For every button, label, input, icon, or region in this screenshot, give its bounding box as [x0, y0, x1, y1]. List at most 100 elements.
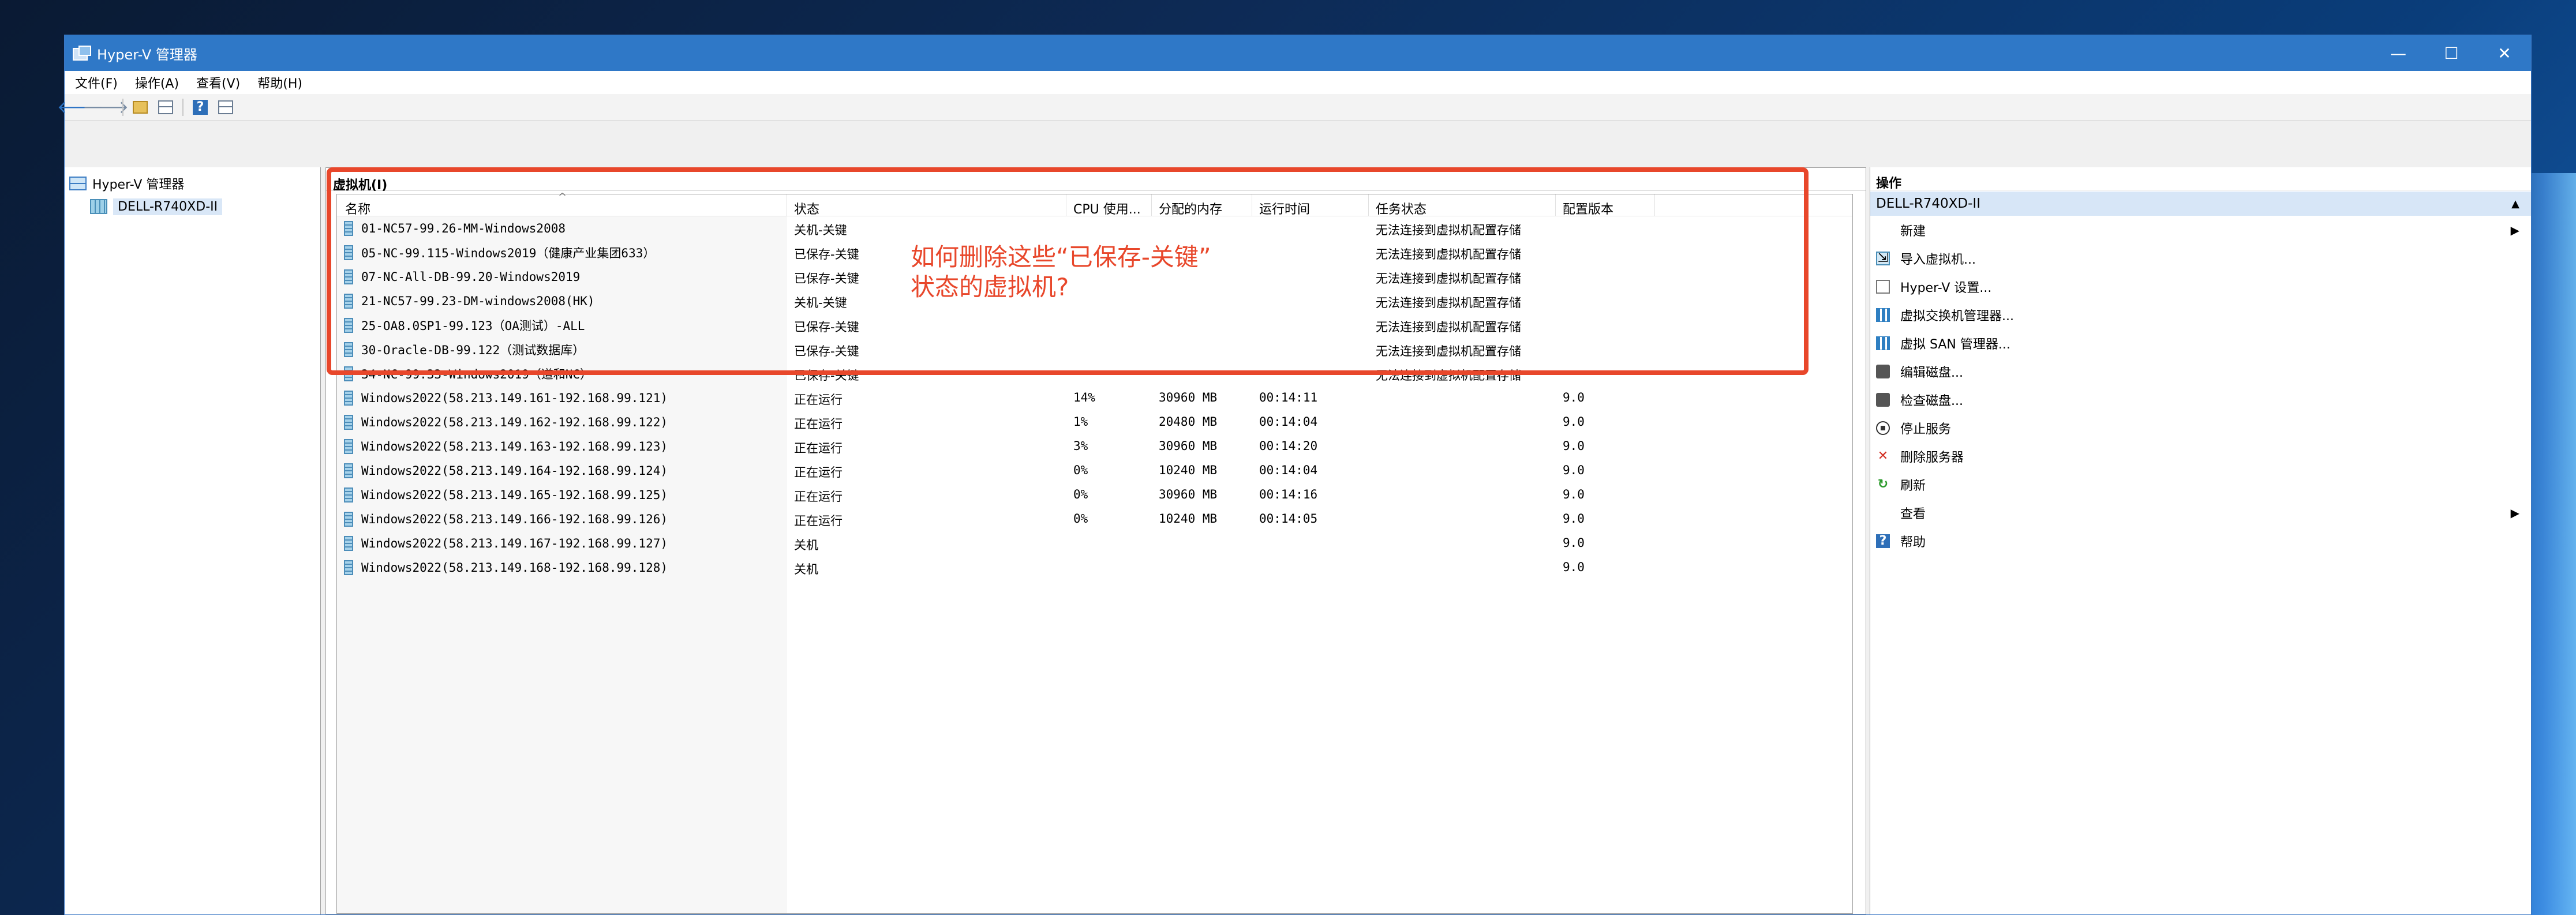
action-item-label: 检查磁盘... [1900, 393, 1963, 408]
vm-row[interactable]: Windows2022(58.213.149.167-192.168.99.12… [337, 531, 1852, 556]
vm-version-cell: 9.0 [1563, 439, 1585, 453]
tree-server-label: DELL-R740XD-II [113, 198, 223, 215]
submenu-arrow-icon: ▶ [2510, 505, 2519, 520]
action-item[interactable]: 停止服务 [1870, 414, 2531, 442]
vm-task-cell [1369, 531, 1556, 556]
vm-version-cell [1556, 265, 1655, 289]
vm-uptime-cell: 00:14:05 [1259, 512, 1318, 526]
vm-task-cell [1369, 507, 1556, 531]
action-item[interactable]: 编辑磁盘... [1870, 357, 2531, 385]
action-item[interactable]: 新建 ▶ [1870, 216, 2531, 244]
show-hide-tree-icon[interactable] [156, 97, 175, 117]
vm-version-cell: 9.0 [1563, 512, 1585, 526]
vm-row[interactable]: Windows2022(58.213.149.165-192.168.99.12… [337, 483, 1852, 507]
action-item[interactable]: 虚拟交换机管理器... [1870, 301, 2531, 329]
vm-version-cell: 9.0 [1563, 560, 1585, 574]
vm-row[interactable]: Windows2022(58.213.149.162-192.168.99.12… [337, 410, 1852, 434]
vm-task-cell: 无法连接到虚拟机配置存储 [1376, 247, 1521, 261]
action-item-label: 编辑磁盘... [1900, 365, 1963, 380]
action-item[interactable]: Hyper-V 设置... [1870, 272, 2531, 301]
action-item[interactable]: ↻ 刷新 [1870, 470, 2531, 498]
blank-icon-slot [1876, 223, 1890, 237]
action-item-label: 新建 [1900, 224, 1926, 239]
vm-uptime-cell [1252, 337, 1369, 362]
vm-cpu-cell [1066, 556, 1152, 580]
navigation-tree: Hyper-V 管理器 DELL-R740XD-II [65, 167, 321, 914]
hyperv-manager-window: Hyper-V 管理器 — ☐ ✕ 文件(F) 操作(A) 查看(V) 帮助(H… [57, 35, 2532, 915]
tree-item-hyperv-manager[interactable]: Hyper-V 管理器 [65, 172, 320, 195]
vm-cpu-cell: 14% [1073, 391, 1095, 404]
vm-row[interactable]: Windows2022(58.213.149.161-192.168.99.12… [337, 386, 1852, 410]
column-header-task-status[interactable]: 任务状态 [1369, 194, 1556, 217]
vm-row[interactable]: 01-NC57-99.26-MM-Windows2008 关机-关键 无法连接到虚拟… [337, 216, 1852, 241]
action-item[interactable]: ✕ 删除服务器 [1870, 442, 2531, 470]
show-hide-action-pane-icon[interactable] [216, 97, 235, 117]
vm-mem-cell: 10240 MB [1159, 512, 1218, 526]
vm-name-cell: Windows2022(58.213.149.168-192.168.99.12… [337, 556, 787, 580]
vm-row[interactable]: 34-NC-99.33-Windows2019（道和NC） 已保存-关键 无法连接到… [337, 362, 1852, 386]
column-header-memory[interactable]: 分配的内存 [1152, 194, 1252, 217]
column-header-config-version[interactable]: 配置版本 [1556, 194, 1655, 217]
vm-task-cell [1369, 483, 1556, 507]
help-icon[interactable]: ? [190, 97, 210, 117]
up-folder-icon[interactable] [130, 97, 150, 117]
vm-row[interactable]: 30-Oracle-DB-99.122（测试数据库） 已保存-关键 无法连接到虚拟机… [337, 337, 1852, 362]
vm-name: 25-OA8.0SP1-99.123（OA测试）-ALL [361, 319, 585, 333]
annotation-question: 如何删除这些“已保存-关键” 状态的虚拟机? [911, 243, 1211, 301]
menu-bar: 文件(F) 操作(A) 查看(V) 帮助(H) [65, 71, 2531, 94]
vm-name: Windows2022(58.213.149.162-192.168.99.12… [361, 415, 668, 429]
action-item[interactable]: ⇲ 导入虚拟机... [1870, 244, 2531, 272]
action-item-label: Hyper-V 设置... [1900, 280, 1992, 295]
vm-name-cell: 07-NC-All-DB-99.20-Windows2019 [337, 265, 787, 289]
minimize-button[interactable]: — [2372, 35, 2425, 71]
vm-cpu-cell [1066, 337, 1152, 362]
vm-state-cell: 关机-关键 [794, 223, 847, 237]
vm-row[interactable]: Windows2022(58.213.149.163-192.168.99.12… [337, 434, 1852, 459]
vm-row[interactable]: 25-OA8.0SP1-99.123（OA测试）-ALL 已保存-关键 无法连接到虚… [337, 313, 1852, 337]
virtual-machine-icon [344, 560, 353, 575]
column-header-cpu[interactable]: CPU 使用... [1066, 194, 1152, 217]
vm-row[interactable]: Windows2022(58.213.149.168-192.168.99.12… [337, 556, 1852, 580]
submenu-arrow-icon: ▶ [2510, 223, 2519, 237]
column-header-state[interactable]: 状态 [787, 194, 1066, 217]
vm-uptime-cell: 00:14:04 [1259, 463, 1318, 477]
close-button[interactable]: ✕ [2478, 35, 2531, 71]
vm-name: Windows2022(58.213.149.165-192.168.99.12… [361, 488, 668, 502]
vm-task-cell: 无法连接到虚拟机配置存储 [1376, 320, 1521, 334]
settings-doc-icon [1876, 279, 1890, 294]
maximize-button[interactable]: ☐ [2425, 35, 2478, 71]
vm-name-cell: Windows2022(58.213.149.164-192.168.99.12… [337, 459, 787, 483]
vm-row[interactable]: Windows2022(58.213.149.164-192.168.99.12… [337, 459, 1852, 483]
action-item-label: 虚拟交换机管理器... [1900, 309, 2014, 324]
action-item[interactable]: 虚拟 SAN 管理器... [1870, 329, 2531, 357]
virtual-machine-icon [344, 221, 353, 236]
menu-file[interactable]: 文件(F) [75, 73, 118, 92]
collapse-caret-icon[interactable]: ▲ [2511, 198, 2519, 210]
menu-help[interactable]: 帮助(H) [257, 73, 302, 92]
vm-task-cell: 无法连接到虚拟机配置存储 [1376, 272, 1521, 286]
vm-task-cell: 无法连接到虚拟机配置存储 [1376, 296, 1521, 310]
vm-name-cell: 30-Oracle-DB-99.122（测试数据库） [337, 337, 787, 362]
vm-task-cell: 无法连接到虚拟机配置存储 [1376, 369, 1521, 382]
vm-row[interactable]: Windows2022(58.213.149.166-192.168.99.12… [337, 507, 1852, 531]
vm-name-cell: Windows2022(58.213.149.165-192.168.99.12… [337, 483, 787, 507]
title-bar[interactable]: Hyper-V 管理器 — ☐ ✕ [65, 35, 2531, 71]
stop-service-icon [1876, 421, 1890, 435]
action-item-label: 导入虚拟机... [1900, 252, 1976, 267]
action-item[interactable]: 查看 ▶ [1870, 498, 2531, 527]
vm-mem-cell: 10240 MB [1159, 463, 1218, 477]
virtual-machine-icon [344, 366, 353, 381]
virtual-machine-icon [344, 463, 353, 478]
forward-arrow-icon[interactable]: 🡒 [83, 97, 129, 118]
actions-group-server[interactable]: DELL-R740XD-II ▲ [1870, 192, 2531, 216]
menu-view[interactable]: 查看(V) [196, 73, 240, 92]
action-item[interactable]: 检查磁盘... [1870, 385, 2531, 414]
vm-state-cell: 关机 [794, 562, 818, 576]
column-header-uptime[interactable]: 运行时间 [1252, 194, 1369, 217]
menu-action[interactable]: 操作(A) [135, 73, 179, 92]
tree-item-server[interactable]: DELL-R740XD-II [65, 195, 320, 218]
vm-uptime-cell [1252, 556, 1369, 580]
vm-name: Windows2022(58.213.149.164-192.168.99.12… [361, 464, 668, 478]
action-item[interactable]: ? 帮助 [1870, 527, 2531, 555]
vm-state-cell: 已保存-关键 [794, 344, 859, 358]
